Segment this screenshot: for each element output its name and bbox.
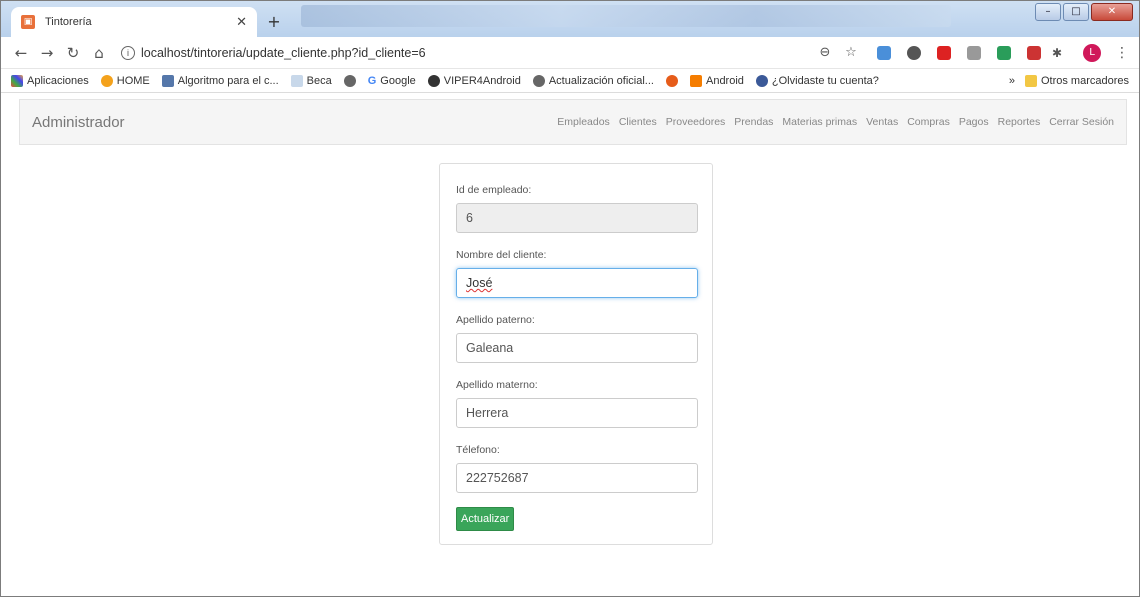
apellido-materno-field[interactable]: Herrera bbox=[456, 398, 698, 428]
nav-link-cerrar-sesion[interactable]: Cerrar Sesión bbox=[1049, 116, 1114, 128]
tab-strip: ▣ Tintorería ✕ + – □ ✕ bbox=[1, 1, 1139, 37]
url-text: localhost/tintoreria/update_cliente.php?… bbox=[141, 45, 426, 60]
home-icon[interactable]: ⌂ bbox=[89, 44, 109, 62]
profile-avatar[interactable]: L bbox=[1083, 43, 1101, 62]
firefox-icon bbox=[665, 74, 678, 87]
bookmark-star-icon[interactable]: ☆ bbox=[841, 45, 861, 60]
blogger-icon bbox=[689, 74, 702, 87]
actualizar-button[interactable]: Actualizar bbox=[456, 507, 515, 531]
pdf-extension-icon[interactable] bbox=[937, 45, 951, 60]
extension-icon[interactable] bbox=[907, 45, 921, 60]
close-tab-icon[interactable]: ✕ bbox=[236, 15, 247, 30]
bookmarks-right: » Otros marcadores bbox=[1009, 74, 1129, 87]
back-arrow-icon[interactable]: ← bbox=[11, 44, 31, 62]
browser-window: ▣ Tintorería ✕ + – □ ✕ ← → ↻ ⌂ i localho… bbox=[0, 0, 1140, 597]
android-extension-icon[interactable] bbox=[997, 45, 1011, 60]
viper-icon bbox=[427, 74, 440, 87]
nav-link-reportes[interactable]: Reportes bbox=[998, 116, 1041, 128]
page-icon bbox=[290, 74, 303, 87]
bookmark-item[interactable]: HOME bbox=[100, 74, 150, 87]
puzzle-extensions-icon[interactable]: ✱ bbox=[1047, 46, 1067, 60]
bookmark-item[interactable] bbox=[665, 74, 678, 87]
page-icon bbox=[161, 74, 174, 87]
bookmark-item[interactable]: VIPER4Android bbox=[427, 74, 521, 87]
navbar-brand[interactable]: Administrador bbox=[32, 114, 125, 131]
bookmark-item[interactable]: Algoritmo para el c... bbox=[161, 74, 279, 87]
bookmark-item[interactable]: Aplicaciones bbox=[11, 74, 89, 87]
id-label: Id de empleado: bbox=[456, 184, 532, 196]
maximize-button[interactable]: □ bbox=[1063, 3, 1089, 21]
nav-link-compras[interactable]: Compras bbox=[907, 116, 950, 128]
google-icon: G bbox=[367, 74, 377, 87]
bookmark-item[interactable]: Beca bbox=[290, 74, 332, 87]
info-icon[interactable]: i bbox=[121, 45, 135, 60]
bookmarks-bar: Aplicaciones HOME Algoritmo para el c...… bbox=[1, 69, 1139, 93]
nombre-field[interactable]: José bbox=[456, 268, 698, 298]
globe-icon bbox=[343, 74, 356, 87]
bookmark-item[interactable]: Android bbox=[689, 74, 744, 87]
tintoreria-favicon-icon: ▣ bbox=[21, 15, 35, 29]
telefono-field[interactable]: 222752687 bbox=[456, 463, 698, 493]
extension-icon[interactable] bbox=[877, 45, 891, 60]
browser-toolbar: ← → ↻ ⌂ i localhost/tintoreria/update_cl… bbox=[1, 37, 1139, 69]
shield-extension-icon[interactable] bbox=[967, 45, 981, 60]
apellido-paterno-label: Apellido paterno: bbox=[456, 314, 535, 326]
window-controls: – □ ✕ bbox=[1035, 3, 1133, 21]
forward-arrow-icon[interactable]: → bbox=[37, 44, 57, 62]
page-content: Administrador Empleados Clientes Proveed… bbox=[1, 93, 1139, 596]
nav-link-empleados[interactable]: Empleados bbox=[557, 116, 610, 128]
minimize-button[interactable]: – bbox=[1035, 3, 1061, 21]
facebook-icon bbox=[755, 74, 768, 87]
bookmarks-overflow-icon[interactable]: » bbox=[1009, 75, 1015, 87]
menu-kebab-icon[interactable]: ⋮ bbox=[1115, 45, 1129, 61]
nav-link-clientes[interactable]: Clientes bbox=[619, 116, 657, 128]
apellido-paterno-field[interactable]: Galeana bbox=[456, 333, 698, 363]
bookmark-item[interactable]: ¿Olvidaste tu cuenta? bbox=[755, 74, 879, 87]
extension-icon[interactable] bbox=[1027, 45, 1041, 60]
bookmark-item[interactable]: Actualización oficial... bbox=[532, 74, 654, 87]
address-bar[interactable]: i localhost/tintoreria/update_cliente.ph… bbox=[115, 41, 809, 65]
id-field: 6 bbox=[456, 203, 698, 233]
update-client-form: Id de empleado: 6 Nombre del cliente: Jo… bbox=[439, 163, 713, 545]
zoom-icon[interactable]: ⊖ bbox=[815, 45, 835, 60]
apps-grid-icon bbox=[11, 74, 23, 87]
nav-link-prendas[interactable]: Prendas bbox=[734, 116, 773, 128]
home-bookmark-icon bbox=[100, 74, 113, 87]
navbar-links: Empleados Clientes Proveedores Prendas M… bbox=[557, 116, 1114, 128]
nav-link-materias-primas[interactable]: Materias primas bbox=[782, 116, 857, 128]
other-bookmarks[interactable]: Otros marcadores bbox=[1024, 74, 1129, 87]
reload-icon[interactable]: ↻ bbox=[63, 44, 83, 62]
admin-navbar: Administrador Empleados Clientes Proveed… bbox=[19, 99, 1127, 145]
nav-link-proveedores[interactable]: Proveedores bbox=[666, 116, 726, 128]
bookmark-item[interactable]: G Google bbox=[368, 75, 416, 87]
apellido-materno-label: Apellido materno: bbox=[456, 379, 538, 391]
background-window-titlebar bbox=[301, 5, 951, 27]
nombre-label: Nombre del cliente: bbox=[456, 249, 547, 261]
new-tab-button[interactable]: + bbox=[263, 11, 285, 33]
tab-title: Tintorería bbox=[45, 16, 92, 28]
globe-icon bbox=[532, 74, 545, 87]
close-window-button[interactable]: ✕ bbox=[1091, 3, 1133, 21]
bookmark-item[interactable] bbox=[343, 74, 356, 87]
nav-link-pagos[interactable]: Pagos bbox=[959, 116, 989, 128]
folder-icon bbox=[1024, 74, 1037, 87]
browser-tab[interactable]: ▣ Tintorería ✕ bbox=[11, 7, 257, 37]
telefono-label: Télefono: bbox=[456, 444, 500, 456]
nav-link-ventas[interactable]: Ventas bbox=[866, 116, 898, 128]
